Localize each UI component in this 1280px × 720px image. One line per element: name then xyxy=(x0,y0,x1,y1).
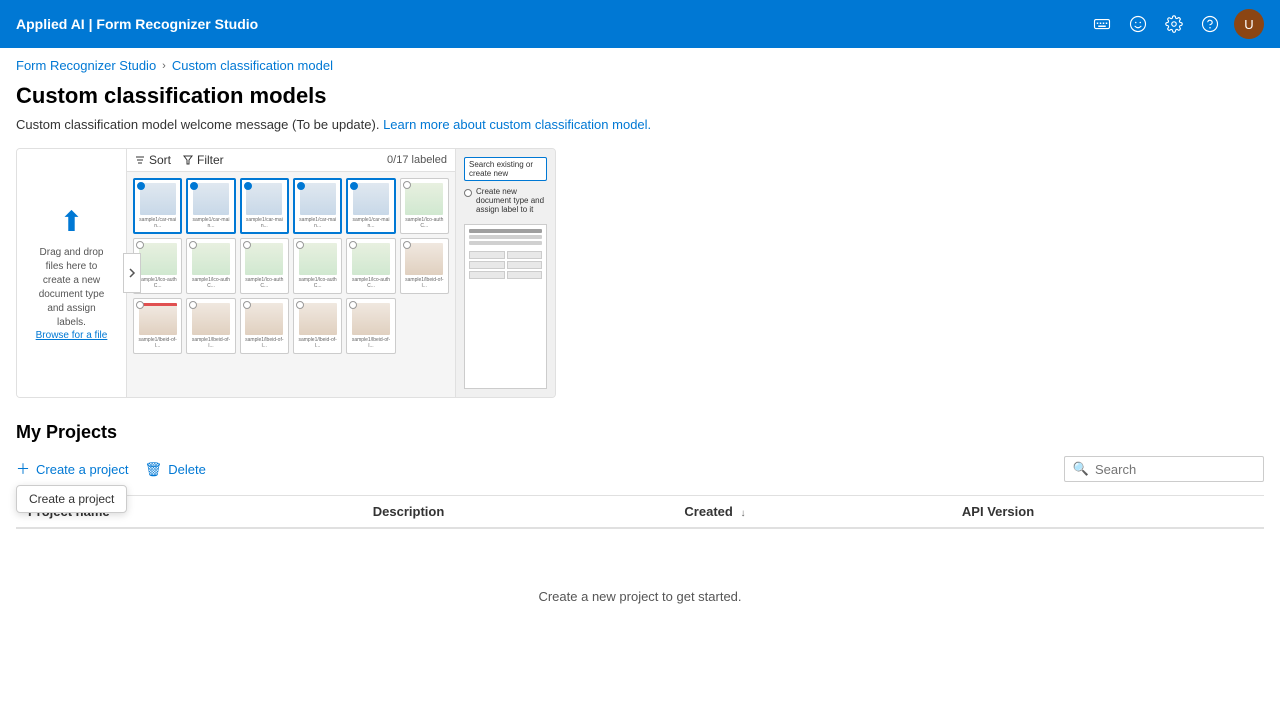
col-created[interactable]: Created ↓ xyxy=(672,496,950,528)
page-content: Custom classification models Custom clas… xyxy=(0,83,1280,680)
col-api-version[interactable]: API Version xyxy=(950,496,1264,528)
help-icon[interactable] xyxy=(1198,12,1222,36)
doc-thumb-5[interactable]: sample1/car-main... xyxy=(346,178,395,234)
demo-toolbar: Sort Filter 0/17 labeled xyxy=(127,149,455,172)
demo-option-1[interactable]: Create new document type and assign labe… xyxy=(464,187,547,214)
delete-button[interactable]: 🗑 Delete xyxy=(145,457,206,482)
demo-upload-panel: ⬆ Drag and drop files here to create a n… xyxy=(17,149,127,397)
breadcrumb-separator: › xyxy=(162,60,166,72)
delete-icon: 🗑 xyxy=(145,461,163,478)
demo-illustration: ⬆ Drag and drop files here to create a n… xyxy=(16,148,556,398)
projects-section-title: My Projects xyxy=(16,422,1264,443)
header-actions: U xyxy=(1090,9,1264,39)
preview-cell-3 xyxy=(469,261,505,269)
preview-cell-1 xyxy=(469,251,505,259)
doc-thumb-8[interactable]: sample1/lco-authC... xyxy=(186,238,235,294)
header: Applied AI | Form Recognizer Studio U xyxy=(0,0,1280,48)
expand-panel-button[interactable] xyxy=(123,253,141,293)
empty-state-message: Create a new project to get started. xyxy=(16,529,1264,664)
preview-cell-6 xyxy=(507,271,543,279)
create-project-button[interactable]: ＋ Create a project Create a project xyxy=(16,455,129,483)
preview-table xyxy=(469,251,542,279)
keyboard-icon[interactable] xyxy=(1090,12,1114,36)
labeled-count: 0/17 labeled xyxy=(387,154,447,166)
upload-icon: ⬆ xyxy=(60,205,83,238)
col-description[interactable]: Description xyxy=(361,496,673,528)
user-avatar[interactable]: U xyxy=(1234,9,1264,39)
plus-icon: ＋ xyxy=(16,459,30,479)
emoji-icon[interactable] xyxy=(1126,12,1150,36)
create-project-tooltip: Create a project xyxy=(16,485,127,513)
table-header-row: Project name Description Created ↓ API V… xyxy=(16,496,1264,528)
doc-thumb-15[interactable]: sample1/lbeid-of-l... xyxy=(240,298,289,354)
doc-thumb-13[interactable]: sample1/lbeid-of-l... xyxy=(133,298,182,354)
doc-thumb-6[interactable]: sample1/lco-authC... xyxy=(400,178,449,234)
upload-text: Drag and drop files here to create a new… xyxy=(33,246,110,330)
preview-cell-2 xyxy=(507,251,543,259)
projects-search-input[interactable] xyxy=(1095,462,1255,477)
doc-thumb-16[interactable]: sample1/lbeid-of-l... xyxy=(293,298,342,354)
learn-more-link[interactable]: Learn more about custom classification m… xyxy=(383,117,651,132)
breadcrumb-home[interactable]: Form Recognizer Studio xyxy=(16,58,156,73)
doc-thumb-10[interactable]: sample1/lco-authC... xyxy=(293,238,342,294)
preview-line-2 xyxy=(469,235,542,239)
doc-thumb-2[interactable]: sample1/car-main... xyxy=(186,178,235,234)
breadcrumb-current[interactable]: Custom classification model xyxy=(172,58,333,73)
projects-search-box: 🔍 xyxy=(1064,456,1264,482)
breadcrumb: Form Recognizer Studio › Custom classifi… xyxy=(0,48,1280,83)
doc-thumb-1[interactable]: sample1/car-main... xyxy=(133,178,182,234)
search-icon: 🔍 xyxy=(1073,461,1089,477)
app-title: Applied AI | Form Recognizer Studio xyxy=(16,16,258,32)
document-thumbnails: sample1/car-main... sample1/car-main... … xyxy=(127,172,455,360)
doc-thumb-17[interactable]: sample1/lbeid-of-l... xyxy=(346,298,395,354)
doc-thumb-3[interactable]: sample1/car-main... xyxy=(240,178,289,234)
settings-icon[interactable] xyxy=(1162,12,1186,36)
filter-button[interactable]: Filter xyxy=(183,153,224,167)
projects-toolbar: ＋ Create a project Create a project 🗑 De… xyxy=(16,455,1264,483)
projects-actions: ＋ Create a project Create a project 🗑 De… xyxy=(16,455,206,483)
doc-thumb-11[interactable]: sample1/lco-authC... xyxy=(346,238,395,294)
demo-preview xyxy=(464,224,547,389)
demo-document-grid: Sort Filter 0/17 labeled sample1/car-mai… xyxy=(127,149,455,397)
demo-search-field[interactable]: Search existing or create new xyxy=(464,157,547,181)
preview-cell-4 xyxy=(507,261,543,269)
page-title: Custom classification models xyxy=(16,83,1264,109)
projects-table: Project name Description Created ↓ API V… xyxy=(16,496,1264,529)
preview-cell-5 xyxy=(469,271,505,279)
page-description: Custom classification model welcome mess… xyxy=(16,117,1264,132)
browse-link[interactable]: Browse for a file xyxy=(36,330,108,341)
doc-thumb-12[interactable]: sample1/lbeid-of-l... xyxy=(400,238,449,294)
doc-thumb-14[interactable]: sample1/lbeid-of-l... xyxy=(186,298,235,354)
doc-thumb-4[interactable]: sample1/car-main... xyxy=(293,178,342,234)
sort-button[interactable]: Sort xyxy=(135,153,171,167)
doc-thumb-9[interactable]: sample1/lco-authC... xyxy=(240,238,289,294)
sort-icon: ↓ xyxy=(740,508,745,519)
preview-line-3 xyxy=(469,241,542,245)
demo-right-panel: Search existing or create new Create new… xyxy=(455,149,555,397)
preview-line-1 xyxy=(469,229,542,233)
